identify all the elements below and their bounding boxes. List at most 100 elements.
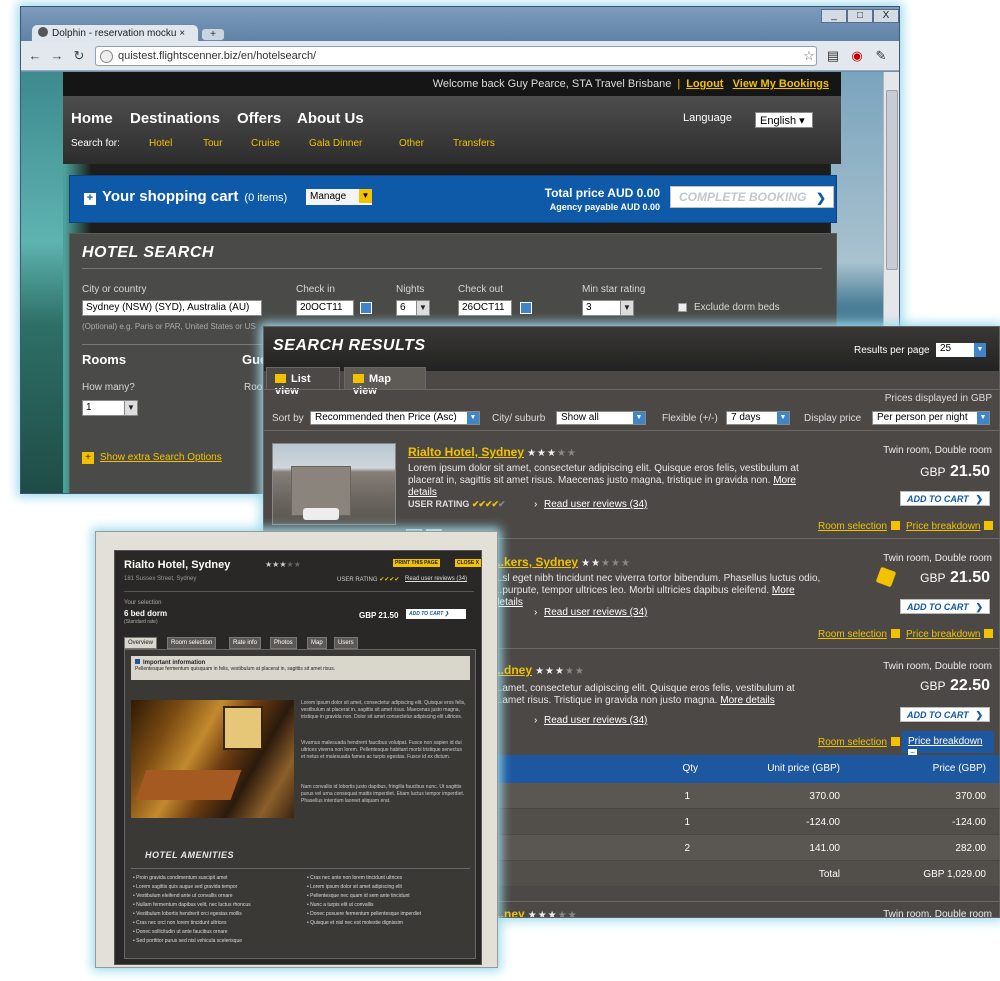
price-breakdown-label: Price breakdown: [906, 629, 981, 640]
print-button[interactable]: PRINT THIS PAGE: [393, 559, 440, 567]
logout-link[interactable]: Logout: [686, 78, 723, 90]
agency-payable: Agency payable AUD 0.00: [549, 202, 660, 212]
search-tour-link[interactable]: Tour: [203, 138, 222, 149]
browser-tab[interactable]: Dolphin - reservation mocku ×: [31, 24, 199, 42]
room-selection-link[interactable]: Room selection: [818, 737, 900, 748]
extra-options-link[interactable]: + Show extra Search Options: [82, 452, 222, 464]
hotel-detail-content: Rialto Hotel, Sydney ★★★★★ 181 Sussex St…: [114, 550, 482, 965]
room-selection-link[interactable]: Room selection: [818, 629, 900, 640]
amenity-item: • Sed porttitor purus sed nisl vehicula …: [133, 938, 243, 944]
city-suburb-select[interactable]: Show all ▼: [556, 411, 646, 425]
checkout-input[interactable]: 26OCT11: [458, 300, 512, 316]
read-reviews-link[interactable]: Read user reviews (34): [544, 499, 647, 510]
cart-items: (0 items): [244, 192, 288, 204]
maximize-button[interactable]: □: [847, 9, 873, 23]
complete-booking-button[interactable]: COMPLETE BOOKING ❯: [670, 186, 834, 208]
room-selection-label: Room selection: [818, 521, 887, 532]
search-other-link[interactable]: Other: [399, 138, 424, 149]
stop-icon[interactable]: ◉: [849, 48, 865, 64]
arrow-right-icon: ❯: [975, 494, 983, 504]
minimize-button[interactable]: _: [821, 9, 847, 23]
hotel-name[interactable]: ...kers, Sydney: [494, 555, 578, 569]
read-reviews-link[interactable]: Read user reviews (34): [405, 576, 467, 582]
tab-photos[interactable]: Photos: [270, 637, 297, 649]
address-bar[interactable]: quistest.flightscenner.biz/en/hotelsearc…: [95, 46, 817, 66]
flexible-select[interactable]: 7 days ▼: [726, 411, 790, 425]
amenity-item: • Cras nec ante non lorem tincidunt ultr…: [307, 875, 403, 881]
room-selection-link[interactable]: Room selection: [818, 521, 900, 532]
tab-rate-info[interactable]: Rate info: [229, 637, 262, 649]
hotel-room-photo[interactable]: [131, 700, 294, 818]
important-info: Important information Pellentesque fermen…: [131, 656, 470, 680]
price-breakdown-link[interactable]: Price breakdown: [906, 629, 994, 640]
forward-icon[interactable]: →: [49, 48, 65, 64]
my-bookings-link[interactable]: View My Bookings: [733, 78, 829, 90]
nav-about[interactable]: About Us: [297, 110, 364, 127]
sort-select[interactable]: Recommended then Price (Asc) ▼: [310, 411, 480, 425]
hotel-name[interactable]: Rialto Hotel, Sydney: [408, 445, 524, 459]
nav-destinations[interactable]: Destinations: [130, 110, 220, 127]
price-breakdown-link[interactable]: Price breakdown: [906, 521, 994, 532]
plus-icon[interactable]: +: [84, 193, 96, 205]
language-select[interactable]: English ▾: [755, 112, 813, 128]
close-window-button[interactable]: X: [873, 9, 899, 23]
extra-options-label: Show extra Search Options: [100, 452, 222, 463]
reload-icon[interactable]: ↻: [71, 48, 87, 64]
add-to-cart-button[interactable]: ADD TO CART ❯: [900, 491, 990, 506]
read-reviews-link[interactable]: Read user reviews (34): [544, 607, 647, 618]
tab-users[interactable]: Users: [334, 637, 358, 649]
hotel-price: GBP 21.50: [850, 463, 990, 481]
nav-offers[interactable]: Offers: [237, 110, 281, 127]
per-page-select[interactable]: 25 ▼: [936, 343, 986, 357]
hotel-name[interactable]: ...ney: [494, 907, 525, 917]
calendar-icon[interactable]: [520, 302, 532, 314]
close-button[interactable]: CLOSE X: [455, 559, 481, 567]
user-rating-label: USER RATING: [337, 577, 378, 583]
tab-list-view[interactable]: List view: [266, 367, 340, 397]
overview-paragraph: Lorem ipsum dolor sit amet, consectetur …: [301, 700, 466, 720]
search-cruise-link[interactable]: Cruise: [251, 138, 280, 149]
scrollbar-thumb[interactable]: [886, 90, 898, 270]
rooms-select[interactable]: 1 ▼: [82, 400, 138, 416]
info-icon: [135, 659, 140, 664]
add-to-cart-button[interactable]: ADD TO CART ❯: [406, 609, 466, 619]
tab-map-view[interactable]: Map view: [344, 367, 426, 397]
search-hotel-link[interactable]: Hotel: [149, 138, 172, 149]
nights-value: 6: [400, 302, 406, 313]
page-icon[interactable]: ▤: [825, 48, 841, 64]
display-price-select[interactable]: Per person per night ▼: [872, 411, 990, 425]
min-star-select[interactable]: 3 ▼: [582, 300, 634, 316]
add-to-cart-button[interactable]: ADD TO CART ❯: [900, 707, 990, 722]
hotel-photo[interactable]: [272, 443, 396, 525]
amenity-item: • Donec sollicitudin ut ante faucibus or…: [133, 929, 228, 935]
divider: [124, 591, 474, 592]
amenity-item: • Nullam fermentum dapibus velit, nec lu…: [133, 902, 251, 908]
tab-strip: Dolphin - reservation mocku × + _ □ X: [21, 7, 899, 42]
hotel-name[interactable]: ...dney: [494, 663, 532, 677]
add-to-cart-button[interactable]: ADD TO CART ❯: [900, 599, 990, 614]
tab-map[interactable]: Map: [307, 637, 327, 649]
star-icon[interactable]: ☆: [801, 48, 817, 64]
city-input[interactable]: Sydney (NSW) (SYD), Australia (AU): [82, 300, 262, 316]
tab-overview[interactable]: Overview: [124, 637, 158, 649]
nights-select[interactable]: 6 ▼: [396, 300, 430, 316]
exclude-dorm-checkbox[interactable]: [678, 303, 687, 312]
tab-room-selection[interactable]: Room selection: [167, 637, 217, 649]
amenity-item: • Pellentesque nec quam id sem ante tinc…: [307, 893, 410, 899]
nav-home[interactable]: Home: [71, 110, 113, 127]
wrench-icon[interactable]: ✎: [873, 48, 889, 64]
calendar-icon[interactable]: [360, 302, 372, 314]
search-transfers-link[interactable]: Transfers: [453, 138, 495, 149]
detail-user-rating: USER RATING ✔✔✔✔: [337, 576, 399, 583]
read-reviews-link[interactable]: Read user reviews (34): [544, 715, 647, 726]
arrow-right-icon: ❯: [975, 602, 983, 612]
manage-select[interactable]: Manage ▼: [306, 189, 372, 205]
new-tab-button[interactable]: +: [201, 28, 225, 41]
arrow-right-icon: ❯: [975, 710, 983, 720]
hotel-description: ...sl eget nibh tincidunt nec viverra to…: [494, 573, 824, 609]
price-breakdown-tab[interactable]: Price breakdown −: [902, 731, 994, 758]
checkin-input[interactable]: 20OCT11: [296, 300, 354, 316]
more-details-link[interactable]: More details: [720, 695, 774, 706]
search-gala-link[interactable]: Gala Dinner: [309, 138, 362, 149]
back-icon[interactable]: ←: [27, 48, 43, 64]
